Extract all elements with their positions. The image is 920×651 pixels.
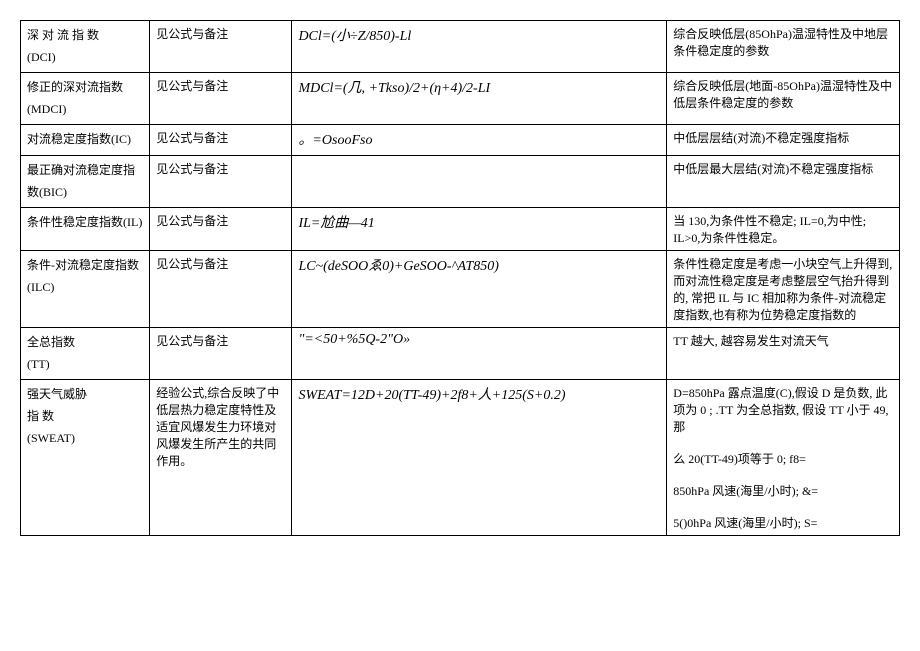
index-desc: 见公式与备注 — [150, 208, 292, 251]
index-name: 条件-对流稳定度指数(ILC) — [21, 251, 150, 328]
index-note: 综合反映低层(地面-85OhPa)温湿特性及中低层条件稳定度的参数 — [667, 73, 900, 125]
index-desc: 见公式与备注 — [150, 251, 292, 328]
index-formula: LC~(deSOOゑ0)+GeSOO-^AT850) — [292, 251, 667, 328]
index-desc: 见公式与备注 — [150, 125, 292, 156]
table-row: 条件-对流稳定度指数(ILC) 见公式与备注 LC~(deSOOゑ0)+GeSO… — [21, 251, 900, 328]
index-formula: SWEAT=12D+20(TT-49)+2f8+人+125(S+0.2) — [292, 380, 667, 536]
index-name: 全总指数(TT) — [21, 328, 150, 380]
index-formula: MDCl=(几, +Tkso)/2+(η+4)/2-LI — [292, 73, 667, 125]
index-name: 条件性稳定度指数(IL) — [21, 208, 150, 251]
index-note: D=850hPa 露点温度(C),假设 D 是负数, 此项为 0 ; .TT 为… — [667, 380, 900, 536]
table-row: 深 对 流 指 数(DCI) 见公式与备注 DCl=(小÷Z/850)-Ll 综… — [21, 21, 900, 73]
index-note: 综合反映低层(85OhPa)温湿特性及中地层条件稳定度的参数 — [667, 21, 900, 73]
table-row: 条件性稳定度指数(IL) 见公式与备注 IL=尬曲—41 当 130,为条件性不… — [21, 208, 900, 251]
index-desc: 见公式与备注 — [150, 21, 292, 73]
index-desc: 经验公式,综合反映了中低层热力稳定度特性及适宜风爆发生力环境对风爆发生所产生的共… — [150, 380, 292, 536]
index-desc: 见公式与备注 — [150, 73, 292, 125]
index-formula: 。=OsooFso — [292, 125, 667, 156]
index-formula: IL=尬曲—41 — [292, 208, 667, 251]
index-note: 中低层最大层结(对流)不稳定强度指标 — [667, 155, 900, 207]
index-name: 深 对 流 指 数(DCI) — [21, 21, 150, 73]
table-row: 对流稳定度指数(IC) 见公式与备注 。=OsooFso 中低层层结(对流)不稳… — [21, 125, 900, 156]
index-table: 深 对 流 指 数(DCI) 见公式与备注 DCl=(小÷Z/850)-Ll 综… — [20, 20, 900, 536]
index-formula: DCl=(小÷Z/850)-Ll — [292, 21, 667, 73]
index-desc: 见公式与备注 — [150, 328, 292, 380]
table-row: 修正的深对流指数(MDCI) 见公式与备注 MDCl=(几, +Tkso)/2+… — [21, 73, 900, 125]
index-note: TT 越大, 越容易发生对流天气 — [667, 328, 900, 380]
index-note: 中低层层结(对流)不稳定强度指标 — [667, 125, 900, 156]
index-desc: 见公式与备注 — [150, 155, 292, 207]
index-formula — [292, 155, 667, 207]
table-row: 强天气威胁指 数(SWEAT) 经验公式,综合反映了中低层热力稳定度特性及适宜风… — [21, 380, 900, 536]
index-name: 强天气威胁指 数(SWEAT) — [21, 380, 150, 536]
index-note: 当 130,为条件性不稳定; IL=0,为中性; IL>0,为条件性稳定。 — [667, 208, 900, 251]
index-name: 对流稳定度指数(IC) — [21, 125, 150, 156]
table-row: 最正确对流稳定度指数(BIC) 见公式与备注 中低层最大层结(对流)不稳定强度指… — [21, 155, 900, 207]
index-name: 修正的深对流指数(MDCI) — [21, 73, 150, 125]
index-formula: "=<50+%5Q-2"O» — [292, 328, 667, 380]
index-note: 条件性稳定度是考虑一小块空气上升得到, 而对流性稳定度是考虑整层空气抬升得到的,… — [667, 251, 900, 328]
index-name: 最正确对流稳定度指数(BIC) — [21, 155, 150, 207]
table-row: 全总指数(TT) 见公式与备注 "=<50+%5Q-2"O» TT 越大, 越容… — [21, 328, 900, 380]
